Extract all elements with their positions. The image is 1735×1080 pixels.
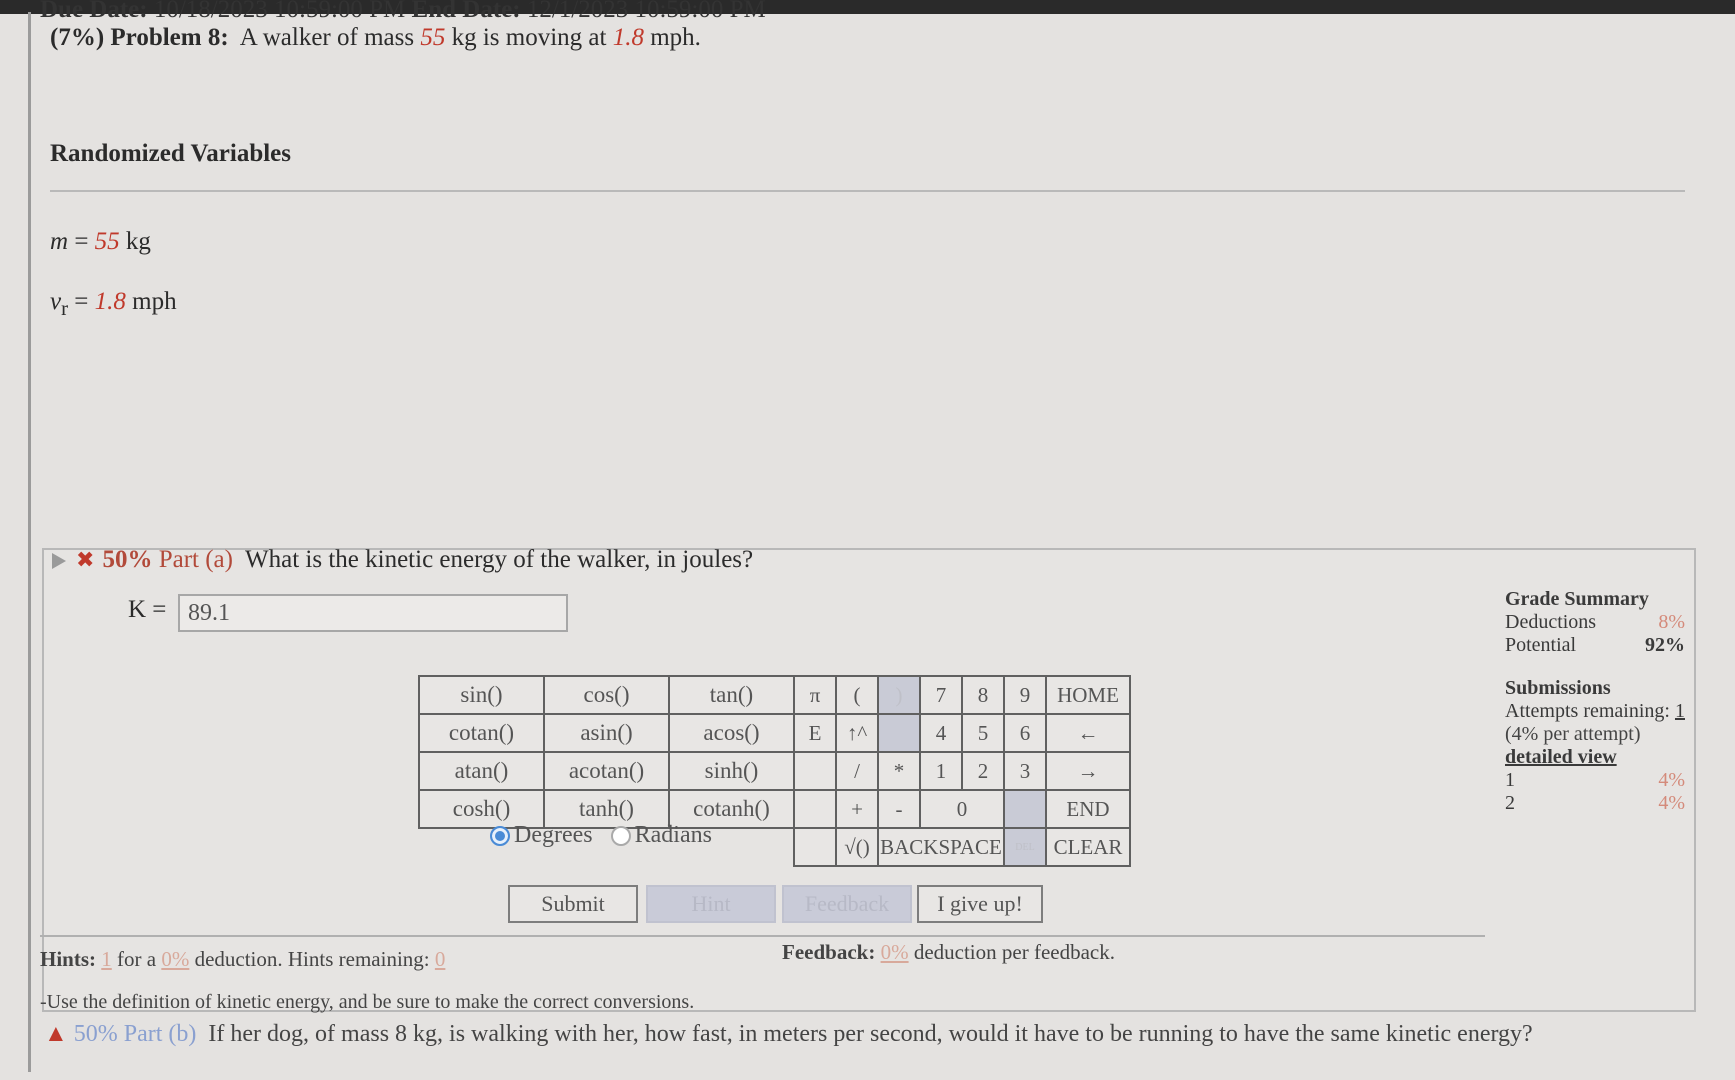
acotan-button[interactable]: acotan() xyxy=(543,751,670,791)
digit-0-button[interactable]: 0 xyxy=(919,789,1005,829)
digit-9-button[interactable]: 9 xyxy=(1003,675,1047,715)
multiply-button[interactable]: * xyxy=(877,751,921,791)
detailed-view-link[interactable]: detailed view xyxy=(1505,746,1685,769)
blank-key xyxy=(793,827,837,867)
angle-mode: Degrees Radians xyxy=(490,822,712,849)
digit-5-button[interactable]: 5 xyxy=(961,713,1005,753)
feedback-line: Feedback: 0% deduction per feedback. xyxy=(782,940,1115,964)
digit-3-button[interactable]: 3 xyxy=(1003,751,1047,791)
del-button[interactable]: DEL xyxy=(1003,827,1047,867)
function-keypad: sin() cos() tan() cotan() asin() acos() … xyxy=(418,675,795,829)
degrees-label: Degrees xyxy=(514,822,593,848)
radians-radio[interactable] xyxy=(610,826,631,847)
minus-button[interactable]: - xyxy=(877,789,921,829)
feedback-button[interactable]: Feedback xyxy=(782,885,912,923)
digit-6-button[interactable]: 6 xyxy=(1003,713,1047,753)
status-icon: ✖ xyxy=(76,547,95,572)
digit-2-button[interactable]: 2 xyxy=(961,751,1005,791)
cos-button[interactable]: cos() xyxy=(543,675,670,715)
degrees-radio[interactable] xyxy=(490,826,510,847)
variable-speed: vr = 1.8 mph xyxy=(50,288,177,320)
sqrt-box-button[interactable] xyxy=(877,713,921,753)
rparen-button[interactable]: ) xyxy=(877,675,921,715)
part-b-header[interactable]: ▲ 50% Part (b) If her dog, of mass 8 kg, … xyxy=(44,1021,1533,1048)
radians-label: Radians xyxy=(634,822,712,848)
lparen-button[interactable]: ( xyxy=(835,675,879,715)
digit-1-button[interactable]: 1 xyxy=(919,751,963,791)
variable-mass: m = 55 kg xyxy=(50,228,151,255)
give-up-button[interactable]: I give up! xyxy=(917,885,1043,923)
acos-button[interactable]: acos() xyxy=(668,713,795,753)
clear-button[interactable]: CLEAR xyxy=(1045,827,1131,867)
sinh-button[interactable]: sinh() xyxy=(668,751,795,791)
sqrt-button[interactable]: √() xyxy=(835,827,879,867)
digit-4-button[interactable]: 4 xyxy=(919,713,963,753)
hints-line: Hints: 1 for a 0% deduction. Hints remai… xyxy=(40,947,446,971)
divide-button[interactable]: / xyxy=(835,751,879,791)
digit-7-button[interactable]: 7 xyxy=(919,675,963,715)
plus-button[interactable]: + xyxy=(835,789,879,829)
sin-button[interactable]: sin() xyxy=(418,675,545,715)
digit-8-button[interactable]: 8 xyxy=(961,675,1005,715)
end-button[interactable]: END xyxy=(1045,789,1131,829)
grade-summary: Grade Summary Deductions 8% Potential 92% … xyxy=(1505,588,1685,814)
dot-button[interactable] xyxy=(1003,789,1047,829)
e-button[interactable]: E xyxy=(793,713,837,753)
left-arrow-button[interactable]: ← xyxy=(1045,713,1131,753)
answer-input[interactable] xyxy=(178,594,568,632)
atan-button[interactable]: atan() xyxy=(418,751,545,791)
problem-statement: (7%) Problem 8: A walker of mass 55 kg i… xyxy=(50,24,701,51)
blank-key xyxy=(793,751,837,791)
divider xyxy=(40,935,1485,937)
power-button[interactable]: ↑^ xyxy=(835,713,879,753)
hint-text: -Use the definition of kinetic energy, a… xyxy=(40,991,695,1013)
answer-label: K = xyxy=(128,596,167,623)
cotan-button[interactable]: cotan() xyxy=(418,713,545,753)
submit-button[interactable]: Submit xyxy=(508,885,638,923)
home-button[interactable]: HOME xyxy=(1045,675,1131,715)
blank-key xyxy=(793,789,837,829)
number-keypad: π ( ) 7 8 9 HOME E ↑^ 4 5 6 ← / * 1 2 3 … xyxy=(793,675,1131,867)
part-a-header: ✖ 50% Part (a) What is the kinetic energy… xyxy=(52,546,753,574)
tan-button[interactable]: tan() xyxy=(668,675,795,715)
warning-icon: ▲ xyxy=(44,1021,68,1047)
hint-button[interactable]: Hint xyxy=(646,885,776,923)
backspace-button[interactable]: BACKSPACE xyxy=(877,827,1005,867)
right-arrow-button[interactable]: → xyxy=(1045,751,1131,791)
expand-arrow-icon[interactable] xyxy=(52,553,66,570)
asin-button[interactable]: asin() xyxy=(543,713,670,753)
divider xyxy=(50,190,1685,192)
pi-button[interactable]: π xyxy=(793,675,837,715)
randomized-variables-title: Randomized Variables xyxy=(50,140,292,167)
